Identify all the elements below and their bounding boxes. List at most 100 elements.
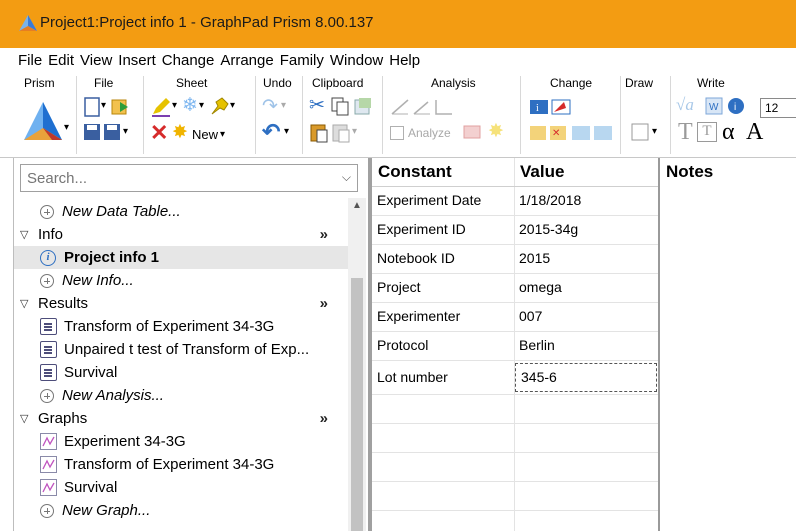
- cell-constant[interactable]: Experiment ID: [372, 215, 514, 244]
- section-more-icon[interactable]: »: [320, 410, 328, 427]
- nav-item-result[interactable]: Transform of Experiment 34-3G: [14, 315, 348, 338]
- cell-value[interactable]: 007: [514, 302, 658, 331]
- nav-item-label: Experiment 34-3G: [64, 433, 186, 450]
- chevron-down-icon[interactable]: ▽: [20, 412, 34, 425]
- cell-value[interactable]: Berlin: [514, 331, 658, 360]
- analyze-button[interactable]: Analyze: [390, 122, 451, 144]
- new-file-dropdown-icon[interactable]: ▾: [101, 100, 106, 111]
- undo-icon[interactable]: ↶: [262, 119, 280, 145]
- row-divider: [372, 394, 658, 395]
- pin-icon[interactable]: [208, 96, 230, 118]
- nav-item-project-info[interactable]: i Project info 1: [14, 246, 348, 269]
- search-box[interactable]: ⌵: [20, 164, 358, 192]
- menu-help[interactable]: Help: [389, 52, 420, 69]
- nav-new-analysis[interactable]: New Analysis...: [14, 384, 348, 407]
- nav-section-info[interactable]: ▽ Info »: [14, 223, 348, 246]
- nav-section-results[interactable]: ▽ Results »: [14, 292, 348, 315]
- nav-new-data-table[interactable]: New Data Table...: [14, 200, 348, 223]
- save-dropdown-icon[interactable]: ▾: [123, 126, 128, 137]
- menu-arrange[interactable]: Arrange: [220, 52, 273, 69]
- section-more-icon[interactable]: »: [320, 295, 328, 312]
- snowflake-dropdown-icon[interactable]: ▾: [199, 100, 204, 111]
- search-input[interactable]: [21, 165, 321, 191]
- nav-item-graph[interactable]: Experiment 34-3G: [14, 430, 348, 453]
- scroll-up-icon[interactable]: ▲: [352, 200, 362, 211]
- menu-change[interactable]: Change: [162, 52, 215, 69]
- menu-file[interactable]: File: [18, 52, 42, 69]
- save-all-icon[interactable]: [102, 122, 122, 144]
- menu-view[interactable]: View: [80, 52, 112, 69]
- new-sheet-star-icon[interactable]: ✸: [172, 121, 188, 144]
- paste-dropdown-icon[interactable]: ▾: [352, 126, 357, 137]
- cell-constant[interactable]: Notebook ID: [372, 244, 514, 273]
- analysis-table-icon[interactable]: [462, 122, 484, 142]
- word-object-icon[interactable]: W: [704, 96, 724, 116]
- prism-icon[interactable]: [22, 98, 64, 144]
- results-sheet-icon: [40, 318, 57, 335]
- prism-dropdown-icon[interactable]: ▾: [64, 122, 69, 133]
- text-tool-icon[interactable]: T: [678, 119, 693, 146]
- analysis-magic-icon[interactable]: ✸: [488, 120, 504, 143]
- equation-icon[interactable]: √a: [676, 95, 694, 115]
- undo-dropdown-icon[interactable]: ▾: [284, 126, 289, 137]
- notes-panel[interactable]: Notes: [660, 158, 796, 531]
- new-file-icon[interactable]: [82, 96, 102, 118]
- cell-constant[interactable]: Experiment Date: [372, 186, 514, 215]
- draw-dropdown-icon[interactable]: ▾: [652, 126, 657, 137]
- nav-item-result[interactable]: Survival: [14, 361, 348, 384]
- nav-item-graph[interactable]: Transform of Experiment 34-3G: [14, 453, 348, 476]
- text-box-icon[interactable]: T: [697, 122, 717, 142]
- cell-constant[interactable]: Protocol: [372, 331, 514, 360]
- cell-value[interactable]: 1/18/2018: [514, 186, 658, 215]
- nav-section-graphs[interactable]: ▽ Graphs »: [14, 407, 348, 430]
- pencil-icon[interactable]: [150, 96, 172, 118]
- scrollbar-thumb[interactable]: [351, 278, 363, 531]
- cell-value[interactable]: omega: [514, 273, 658, 302]
- nav-new-info[interactable]: New Info...: [14, 269, 348, 292]
- redo-dropdown-icon[interactable]: ▾: [281, 100, 286, 111]
- copy-special-icon[interactable]: [353, 96, 373, 116]
- paste-special-icon[interactable]: [331, 122, 351, 144]
- cell-constant[interactable]: Project: [372, 273, 514, 302]
- column-header-value[interactable]: Value: [520, 162, 564, 182]
- cell-value[interactable]: 2015-34g: [514, 215, 658, 244]
- column-header-constant[interactable]: Constant: [378, 162, 452, 182]
- chevron-down-icon[interactable]: ▽: [20, 228, 34, 241]
- paste-icon[interactable]: [309, 122, 329, 144]
- cell-constant[interactable]: Lot number: [372, 363, 514, 392]
- greek-alpha-button[interactable]: α: [722, 119, 735, 146]
- snowflake-icon[interactable]: ❄: [182, 94, 198, 117]
- ribbon-separator: [143, 76, 144, 154]
- change-info-icons[interactable]: i: [528, 96, 574, 118]
- new-sheet-button[interactable]: New ▾: [192, 123, 225, 145]
- cut-icon[interactable]: ✂: [309, 94, 325, 117]
- menu-family[interactable]: Family: [280, 52, 324, 69]
- nav-item-graph[interactable]: Survival: [14, 476, 348, 499]
- delete-sheet-icon[interactable]: ✕: [150, 120, 168, 146]
- menu-edit[interactable]: Edit: [48, 52, 74, 69]
- nav-item-result[interactable]: Unpaired t test of Transform of Exp...: [14, 338, 348, 361]
- import-file-icon[interactable]: [110, 96, 130, 118]
- section-more-icon[interactable]: »: [320, 226, 328, 243]
- copy-icon[interactable]: [330, 96, 350, 116]
- search-dropdown-icon[interactable]: ⌵: [342, 170, 351, 185]
- menu-window[interactable]: Window: [330, 52, 383, 69]
- change-sheet-icons[interactable]: ✕: [528, 122, 616, 144]
- cell-value[interactable]: 2015: [514, 244, 658, 273]
- pencil-dropdown-icon[interactable]: ▾: [172, 100, 177, 111]
- pin-dropdown-icon[interactable]: ▾: [230, 100, 235, 111]
- navigator-scrollbar[interactable]: ▲: [348, 198, 366, 531]
- draw-shape-icon[interactable]: [630, 122, 650, 142]
- chevron-down-icon[interactable]: ▽: [20, 297, 34, 310]
- cell-constant[interactable]: Experimenter: [372, 302, 514, 331]
- group-label-change: Change: [550, 76, 593, 90]
- save-icon[interactable]: [82, 122, 102, 144]
- font-size-combo[interactable]: 12: [760, 98, 796, 118]
- nav-new-graph[interactable]: New Graph...: [14, 499, 348, 522]
- info-insert-icon[interactable]: i: [726, 96, 748, 118]
- cell-value-editing[interactable]: 345-6: [515, 363, 657, 392]
- menu-insert[interactable]: Insert: [118, 52, 156, 69]
- analysis-tools-icons[interactable]: [390, 96, 456, 116]
- font-increase-button[interactable]: A: [746, 119, 763, 146]
- redo-icon[interactable]: ↷: [262, 95, 278, 118]
